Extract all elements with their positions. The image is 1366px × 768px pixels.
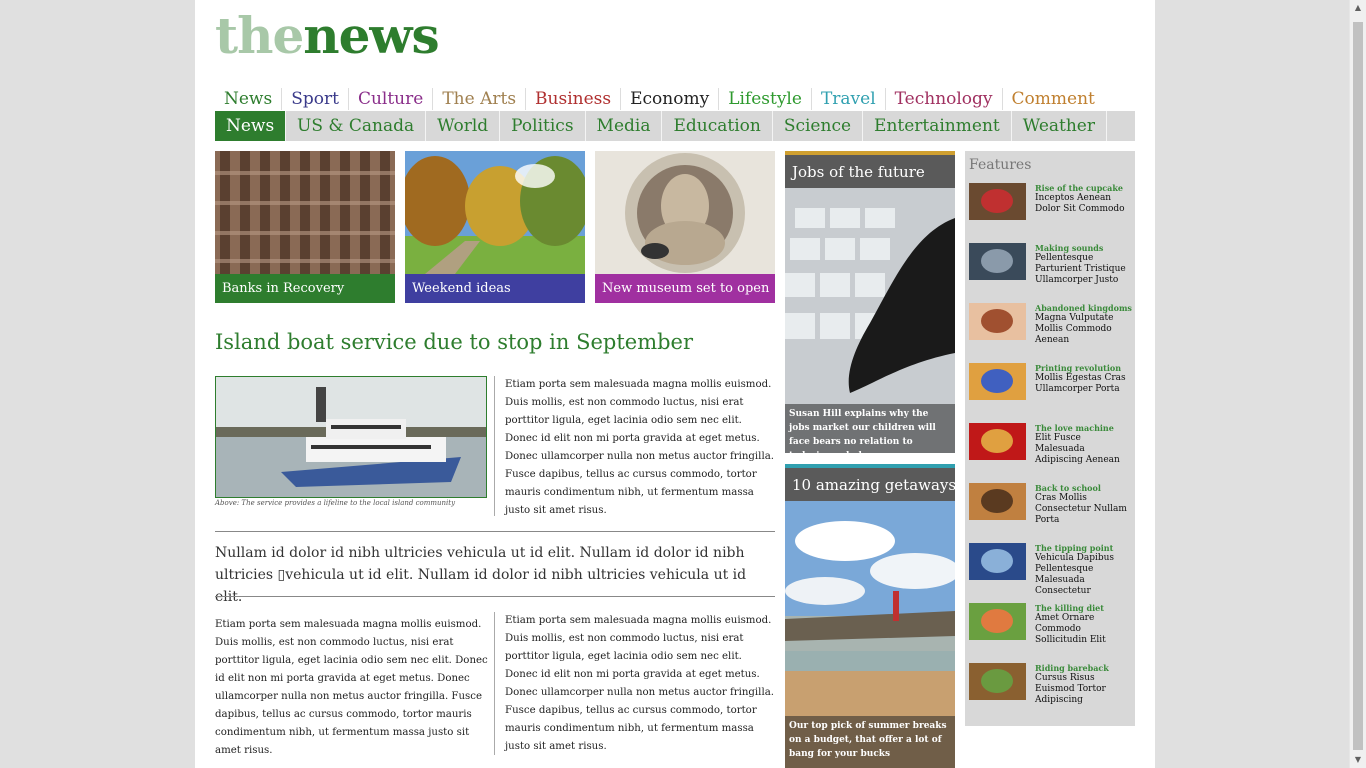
page: thenews News Sport Culture The Arts Business… (195, 0, 1155, 768)
feature-kicker: Rise of the cupcake (1035, 183, 1123, 193)
amazing-getaways-box[interactable]: 10 amazing getaways Our top pick of summ… (785, 464, 955, 768)
top-nav-business[interactable]: Business (525, 88, 620, 110)
feature-thumbnail (969, 363, 1026, 400)
divider-top (215, 531, 775, 532)
pull-quote: Nullam id dolor id nibh ultricies vehicu… (215, 545, 747, 605)
sub-nav-media[interactable]: Media (586, 111, 663, 141)
feature-text: Elit Fusce Malesuada Adipiscing Aenean (1035, 433, 1120, 465)
top-nav-the-arts[interactable]: The Arts (432, 88, 525, 110)
sub-nav-politics[interactable]: Politics (500, 111, 586, 141)
feature-text: Mollis Egestas Cras Ullamcorper Porta (1035, 373, 1126, 394)
vertical-scrollbar[interactable]: ▲ ▼ (1349, 0, 1366, 768)
feature-thumbnail (969, 663, 1026, 700)
sub-nav-science[interactable]: Science (773, 111, 864, 141)
tile-weekend-ideas[interactable]: Weekend ideas (405, 151, 585, 303)
feature-text: Magna Vulputate Mollis Commodo Aenean (1035, 313, 1114, 345)
divider-bottom (215, 596, 775, 597)
sub-nav-weather[interactable]: Weather (1012, 111, 1107, 141)
feature-item[interactable]: Abandoned kingdoms Magna Vulputate Mollis… (969, 303, 1132, 359)
top-nav-comment[interactable]: Comment (1001, 88, 1104, 110)
sub-nav-entertainment[interactable]: Entertainment (863, 111, 1012, 141)
site-logo[interactable]: thenews (215, 6, 440, 65)
story-paragraph: Etiam porta sem malesuada magna mollis e… (505, 379, 775, 516)
top-navigation: News Sport Culture The Arts Business Economy L… (215, 86, 1104, 112)
top-nav-economy[interactable]: Economy (620, 88, 718, 110)
sub-nav-news[interactable]: News (215, 111, 286, 141)
feature-item[interactable]: Printing revolution Mollis Egestas Cras U… (969, 363, 1131, 419)
feature-text: Inceptos Aenean Dolor Sit Commodo (1035, 193, 1125, 214)
feature-thumbnail (969, 543, 1026, 580)
story-column-right: Etiam porta sem malesuada magna mollis e… (505, 615, 775, 752)
feature-text: Amet Ornare Commodo Sollicitudin Elit (1035, 613, 1106, 645)
logo-part-the: the (215, 6, 304, 65)
feature-thumbnail (969, 483, 1026, 520)
features-panel: Features Rise of the cupcake Inceptos Aen… (965, 151, 1135, 726)
feature-kicker: Making sounds (1035, 243, 1104, 253)
column-divider (494, 376, 495, 516)
feature-item[interactable]: Making sounds Pellentesque Parturient Tri… (969, 243, 1131, 299)
ferry-image (216, 377, 486, 497)
feature-kicker: The tipping point (1035, 543, 1114, 553)
feature-kicker: The love machine (1035, 423, 1114, 433)
sub-nav-us-canada[interactable]: US & Canada (286, 111, 427, 141)
tile-banks-in-recovery[interactable]: Banks in Recovery (215, 151, 395, 303)
feature-thumbnail (969, 183, 1026, 220)
ferry-photo (215, 376, 487, 498)
building-facade-image (215, 151, 395, 274)
top-nav-culture[interactable]: Culture (347, 88, 432, 110)
sub-nav-education[interactable]: Education (662, 111, 773, 141)
top-nav-travel[interactable]: Travel (810, 88, 885, 110)
feature-item[interactable]: The love machine Elit Fusce Malesuada Adi… (969, 423, 1131, 479)
photo-caption: Above: The service provides a lifeline t… (215, 499, 456, 507)
feature-kicker: Back to school (1035, 483, 1101, 493)
top-nav-news[interactable]: News (215, 88, 281, 110)
feature-kicker: Abandoned kingdoms (1035, 303, 1132, 313)
feature-item[interactable]: Riding bareback Cursus Risus Euismod Tort… (969, 663, 1131, 719)
jobs-of-the-future-box[interactable]: Jobs of the future Susan Hill explains w… (785, 151, 955, 453)
sub-navigation: News US & Canada World Politics Media Educati… (215, 111, 1135, 141)
tile-caption: New museum set to open (595, 274, 775, 303)
feature-text: Cursus Risus Euismod Tortor Adipiscing (1035, 673, 1106, 705)
feature-text: Pellentesque Parturient Tristique Ullamc… (1035, 253, 1126, 285)
tile-caption: Weekend ideas (405, 274, 585, 303)
feature-item[interactable]: Back to school Cras Mollis Consectetur Nu… (969, 483, 1131, 539)
feature-text: Cras Mollis Consectetur Nullam Porta (1035, 493, 1127, 525)
box-label: 10 amazing getaways (785, 468, 955, 501)
feature-thumbnail (969, 243, 1026, 280)
box-caption: Our top pick of summer breaks on a budge… (785, 716, 955, 768)
scrollbar-thumb[interactable] (1353, 22, 1363, 750)
main-headline[interactable]: Island boat service due to stop in Septe… (215, 330, 693, 354)
top-nav-lifestyle[interactable]: Lifestyle (718, 88, 811, 110)
top-nav-sport[interactable]: Sport (281, 88, 348, 110)
feature-kicker: Riding bareback (1035, 663, 1109, 673)
feature-text: Vehicula Dapibus Pellentesque Malesuada … (1035, 553, 1115, 596)
feature-item[interactable]: The killing diet Amet Ornare Commodo Soll… (969, 603, 1131, 659)
story-column-left: Etiam porta sem malesuada magna mollis e… (215, 619, 488, 756)
logo-part-news: news (303, 6, 439, 65)
bust-statue-image (595, 151, 775, 274)
tile-new-museum[interactable]: New museum set to open (595, 151, 775, 303)
scroll-down-arrow-icon[interactable]: ▼ (1350, 752, 1366, 768)
autumn-park-image (405, 151, 585, 274)
tile-caption: Banks in Recovery (215, 274, 395, 303)
box-label: Jobs of the future (785, 155, 955, 188)
feature-thumbnail (969, 423, 1026, 460)
feature-thumbnail (969, 303, 1026, 340)
feature-item[interactable]: The tipping point Vehicula Dapibus Pellen… (969, 543, 1131, 599)
feature-item[interactable]: Rise of the cupcake Inceptos Aenean Dolor… (969, 183, 1131, 239)
column-divider (494, 612, 495, 755)
scroll-up-arrow-icon[interactable]: ▲ (1350, 0, 1366, 16)
feature-kicker: Printing revolution (1035, 363, 1122, 373)
features-title: Features (969, 157, 1032, 173)
sub-nav-world[interactable]: World (426, 111, 501, 141)
box-caption: Susan Hill explains why the jobs market … (785, 404, 955, 453)
feature-kicker: The killing diet (1035, 603, 1104, 613)
top-nav-technology[interactable]: Technology (884, 88, 1002, 110)
feature-thumbnail (969, 603, 1026, 640)
